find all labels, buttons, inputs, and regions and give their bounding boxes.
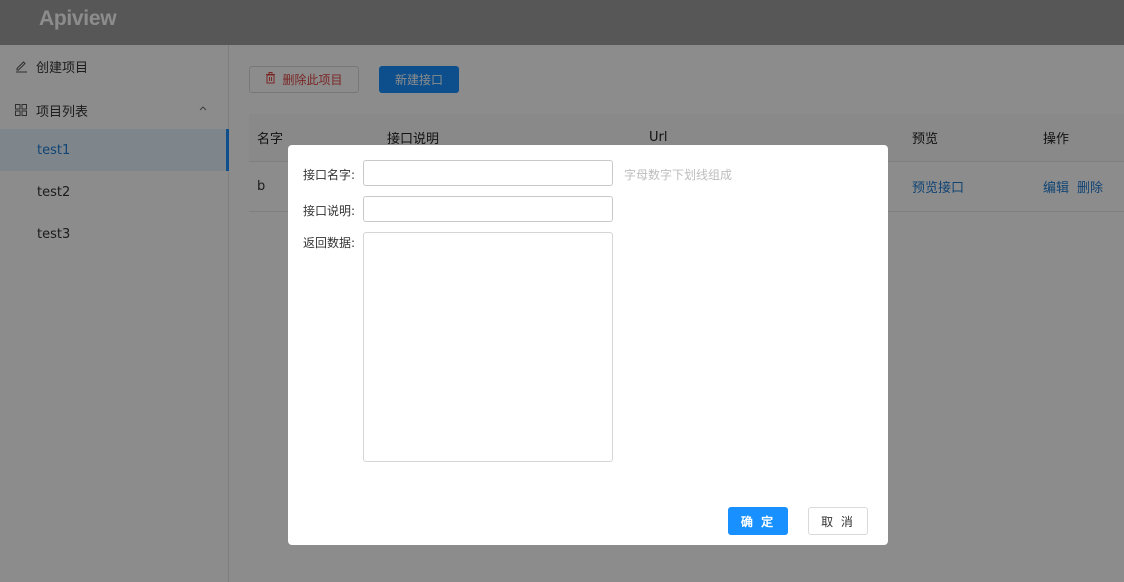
api-desc-label: 接口说明: bbox=[303, 204, 356, 218]
api-desc-input[interactable] bbox=[363, 196, 613, 222]
response-data-label: 返回数据: bbox=[303, 236, 356, 250]
response-data-textarea[interactable] bbox=[363, 232, 613, 462]
api-name-hint: 字母数字下划线组成 bbox=[624, 168, 733, 182]
api-name-label: 接口名字: bbox=[303, 168, 356, 182]
confirm-button[interactable]: 确 定 bbox=[728, 507, 788, 535]
new-api-modal: 接口名字: 字母数字下划线组成 接口说明: 返回数据: 确 定 取 消 bbox=[288, 145, 888, 545]
cancel-button[interactable]: 取 消 bbox=[808, 507, 868, 535]
api-name-input[interactable] bbox=[363, 160, 613, 186]
